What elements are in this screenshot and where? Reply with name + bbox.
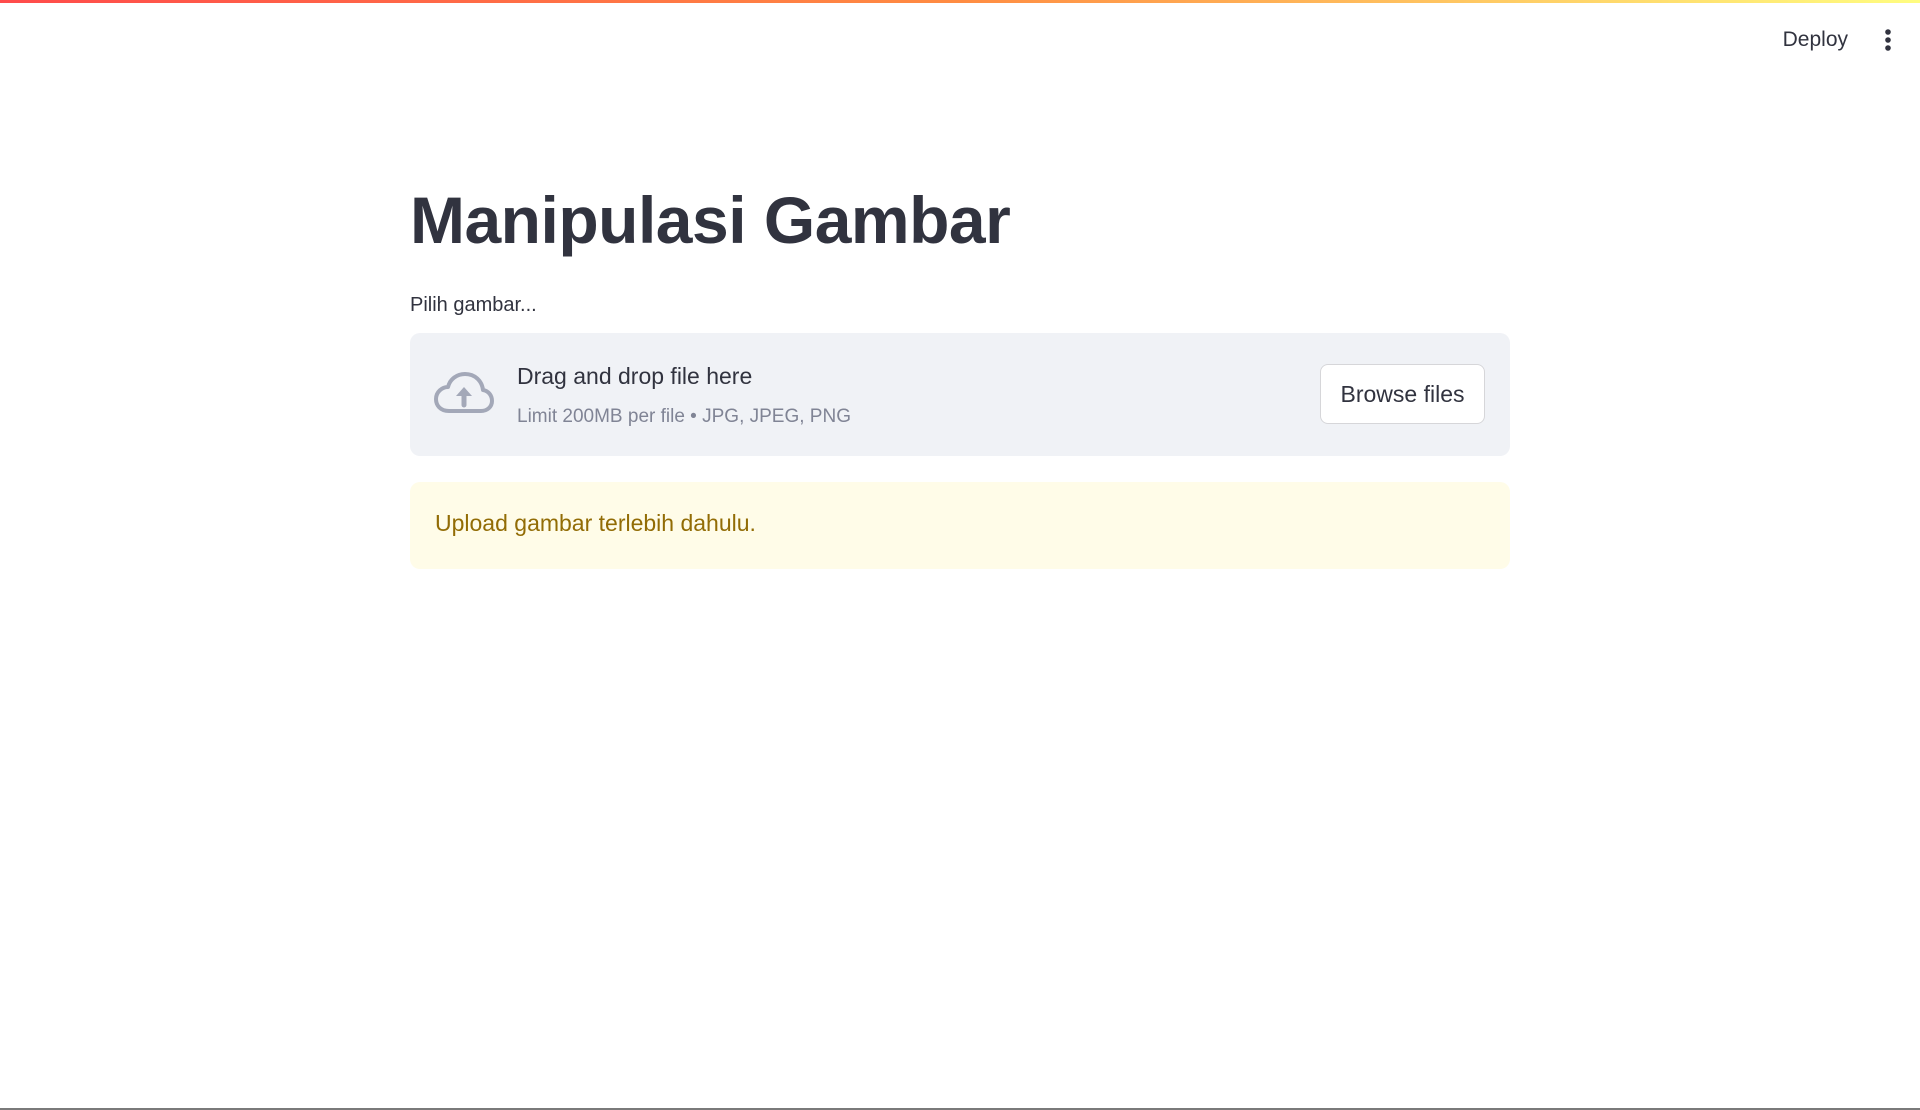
page-title: Manipulasi Gambar: [410, 183, 1011, 257]
app-header: Deploy: [0, 3, 1920, 73]
cloud-upload-icon: [434, 372, 494, 413]
file-uploader-label: Pilih gambar...: [410, 294, 537, 316]
kebab-vertical-icon: [1885, 29, 1891, 51]
dropzone-instructions: Drag and drop file here: [517, 363, 753, 389]
warning-message: Upload gambar terlebih dahulu.: [435, 510, 756, 536]
dropzone-limit-text: Limit 200MB per file • JPG, JPEG, PNG: [517, 406, 851, 427]
browse-files-button[interactable]: Browse files: [1320, 364, 1485, 424]
deploy-button[interactable]: Deploy: [1771, 21, 1860, 59]
warning-alert: Upload gambar terlebih dahulu.: [410, 482, 1510, 569]
file-dropzone[interactable]: Drag and drop file here Limit 200MB per …: [410, 333, 1510, 456]
main-menu-button[interactable]: [1870, 21, 1906, 59]
